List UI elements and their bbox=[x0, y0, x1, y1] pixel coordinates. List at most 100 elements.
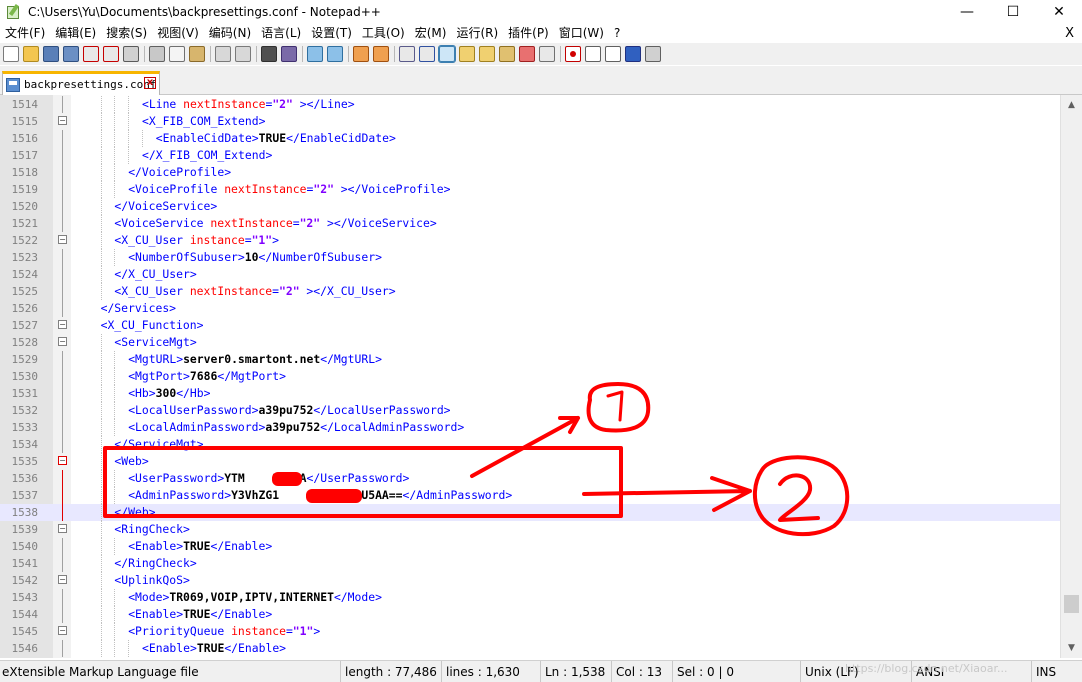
close-all-icon[interactable] bbox=[103, 46, 119, 62]
show-all-chars-icon[interactable] bbox=[419, 46, 435, 62]
code-line[interactable]: 1524 </X_CU_User> bbox=[0, 266, 1060, 283]
menu-item-11[interactable]: 窗口(W) bbox=[554, 24, 609, 43]
menu-item-1[interactable]: 编辑(E) bbox=[50, 24, 101, 43]
code-line[interactable]: 1530 <MgtPort>7686</MgtPort> bbox=[0, 368, 1060, 385]
playback-icon[interactable] bbox=[605, 46, 621, 62]
code-line[interactable]: 1529 <MgtURL>server0.smartont.net</MgtURL… bbox=[0, 351, 1060, 368]
zoom-out-icon[interactable] bbox=[327, 46, 343, 62]
menu-item-12[interactable]: ? bbox=[609, 24, 625, 43]
sync-vertical-icon[interactable] bbox=[353, 46, 369, 62]
word-wrap-icon[interactable] bbox=[399, 46, 415, 62]
close-document-button[interactable]: X bbox=[1065, 24, 1074, 43]
sync-horizontal-icon[interactable] bbox=[373, 46, 389, 62]
print-icon[interactable] bbox=[123, 46, 139, 62]
code-line[interactable]: 1538 </Web> bbox=[0, 504, 1060, 521]
code-line[interactable]: 1535 − <Web> bbox=[0, 453, 1060, 470]
code-line[interactable]: 1533 <LocalAdminPassword>a39pu752</LocalA… bbox=[0, 419, 1060, 436]
minimize-button[interactable]: — bbox=[944, 0, 990, 24]
scroll-up-icon[interactable]: ▲ bbox=[1061, 97, 1082, 113]
menu-item-2[interactable]: 搜索(S) bbox=[101, 24, 152, 43]
code-line[interactable]: 1534 </ServiceMgt> bbox=[0, 436, 1060, 453]
fold-toggle-icon[interactable]: − bbox=[58, 320, 67, 329]
menu-item-9[interactable]: 运行(R) bbox=[451, 24, 503, 43]
code-line[interactable]: 1531 <Hb>300</Hb> bbox=[0, 385, 1060, 402]
folder-workspace-icon[interactable] bbox=[519, 46, 535, 62]
open-file-icon[interactable] bbox=[23, 46, 39, 62]
code-line[interactable]: 1545 − <PriorityQueue instance="1"> bbox=[0, 623, 1060, 640]
monitoring-icon[interactable] bbox=[539, 46, 555, 62]
close-file-icon[interactable] bbox=[83, 46, 99, 62]
menu-item-6[interactable]: 设置(T) bbox=[306, 24, 357, 43]
code-line[interactable]: 1540 <Enable>TRUE</Enable> bbox=[0, 538, 1060, 555]
code-line[interactable]: 1526 </Services> bbox=[0, 300, 1060, 317]
code-line[interactable]: 1519 <VoiceProfile nextInstance="2" ></Vo… bbox=[0, 181, 1060, 198]
fold-toggle-icon[interactable]: − bbox=[58, 235, 67, 244]
code-line[interactable]: 1518 </VoiceProfile> bbox=[0, 164, 1060, 181]
editor[interactable]: 1514 <Line nextInstance="2" ></Line> 1515 −… bbox=[0, 95, 1082, 658]
fold-line bbox=[62, 266, 63, 283]
tab-label: backpresettings.conf bbox=[24, 78, 157, 91]
menu-item-10[interactable]: 插件(P) bbox=[503, 24, 554, 43]
menu-item-0[interactable]: 文件(F) bbox=[0, 24, 50, 43]
tab-close-button[interactable]: x bbox=[144, 77, 156, 89]
menu-item-7[interactable]: 工具(O) bbox=[357, 24, 410, 43]
menu-item-5[interactable]: 语言(L) bbox=[256, 24, 306, 43]
stop-record-icon[interactable] bbox=[585, 46, 601, 62]
code-line[interactable]: 1523 <NumberOfSubuser>10</NumberOfSubuser… bbox=[0, 249, 1060, 266]
record-macro-icon[interactable] bbox=[565, 46, 581, 62]
code-line[interactable]: 1537 <AdminPassword>Y3VhZG1 jExMDU5AA==</… bbox=[0, 487, 1060, 504]
fold-toggle-icon[interactable]: − bbox=[58, 524, 67, 533]
vertical-scrollbar[interactable]: ▲ ▼ bbox=[1060, 95, 1082, 658]
doc-map-icon[interactable] bbox=[479, 46, 495, 62]
new-file-icon[interactable] bbox=[3, 46, 19, 62]
close-window-button[interactable]: ✕ bbox=[1036, 0, 1082, 24]
maximize-button[interactable]: ☐ bbox=[990, 0, 1036, 24]
code-line[interactable]: 1541 </RingCheck> bbox=[0, 555, 1060, 572]
code-line[interactable]: 1543 <Mode>TR069,VOIP,IPTV,INTERNET</Mode… bbox=[0, 589, 1060, 606]
code-line[interactable]: 1515 − <X_FIB_COM_Extend> bbox=[0, 113, 1060, 130]
redo-icon[interactable] bbox=[235, 46, 251, 62]
code-line[interactable]: 1528 − <ServiceMgt> bbox=[0, 334, 1060, 351]
menu-item-8[interactable]: 宏(M) bbox=[410, 24, 452, 43]
fold-toggle-icon[interactable]: − bbox=[58, 456, 67, 465]
fold-toggle-icon[interactable]: − bbox=[58, 116, 67, 125]
user-lang-icon[interactable] bbox=[459, 46, 475, 62]
code-line[interactable]: 1532 <LocalUserPassword>a39pu752</LocalUs… bbox=[0, 402, 1060, 419]
run-multiple-icon[interactable] bbox=[625, 46, 641, 62]
function-list-icon[interactable] bbox=[499, 46, 515, 62]
code-line[interactable]: 1544 <Enable>TRUE</Enable> bbox=[0, 606, 1060, 623]
save-all-icon[interactable] bbox=[63, 46, 79, 62]
replace-icon[interactable] bbox=[281, 46, 297, 62]
menu-item-3[interactable]: 视图(V) bbox=[152, 24, 204, 43]
undo-icon[interactable] bbox=[215, 46, 231, 62]
line-number: 1515 bbox=[11, 115, 39, 128]
fold-toggle-icon[interactable]: − bbox=[58, 626, 67, 635]
code-line[interactable]: 1521 <VoiceService nextInstance="2" ></Vo… bbox=[0, 215, 1060, 232]
code-line[interactable]: 1522 − <X_CU_User instance="1"> bbox=[0, 232, 1060, 249]
code-line[interactable]: 1546 <Enable>TRUE</Enable> bbox=[0, 640, 1060, 657]
zoom-in-icon[interactable] bbox=[307, 46, 323, 62]
code-line[interactable]: 1525 <X_CU_User nextInstance="2" ></X_CU_… bbox=[0, 283, 1060, 300]
code-line[interactable]: 1514 <Line nextInstance="2" ></Line> bbox=[0, 96, 1060, 113]
paste-icon[interactable] bbox=[189, 46, 205, 62]
code-line[interactable]: 1516 <EnableCidDate>TRUE</EnableCidDate> bbox=[0, 130, 1060, 147]
tab-backpresettings[interactable]: backpresettings.conf x bbox=[2, 71, 160, 95]
code-line[interactable]: 1527 − <X_CU_Function> bbox=[0, 317, 1060, 334]
code-line[interactable]: 1539 − <RingCheck> bbox=[0, 521, 1060, 538]
code-text: <Mode>TR069,VOIP,IPTV,INTERNET</Mode> bbox=[128, 590, 382, 604]
code-line[interactable]: 1542 − <UplinkQoS> bbox=[0, 572, 1060, 589]
scroll-thumb[interactable] bbox=[1064, 595, 1079, 613]
copy-icon[interactable] bbox=[169, 46, 185, 62]
fold-toggle-icon[interactable]: − bbox=[58, 575, 67, 584]
cut-icon[interactable] bbox=[149, 46, 165, 62]
code-line[interactable]: 1520 </VoiceService> bbox=[0, 198, 1060, 215]
scroll-down-icon[interactable]: ▼ bbox=[1061, 640, 1082, 656]
menu-item-4[interactable]: 编码(N) bbox=[204, 24, 256, 43]
find-icon[interactable] bbox=[261, 46, 277, 62]
indent-guide-icon[interactable] bbox=[438, 45, 456, 63]
fold-toggle-icon[interactable]: − bbox=[58, 337, 67, 346]
code-line[interactable]: 1536 <UserPassword>YTM 3NTIA</UserPasswor… bbox=[0, 470, 1060, 487]
code-line[interactable]: 1517 </X_FIB_COM_Extend> bbox=[0, 147, 1060, 164]
save-icon[interactable] bbox=[43, 46, 59, 62]
save-macro-icon[interactable] bbox=[645, 46, 661, 62]
